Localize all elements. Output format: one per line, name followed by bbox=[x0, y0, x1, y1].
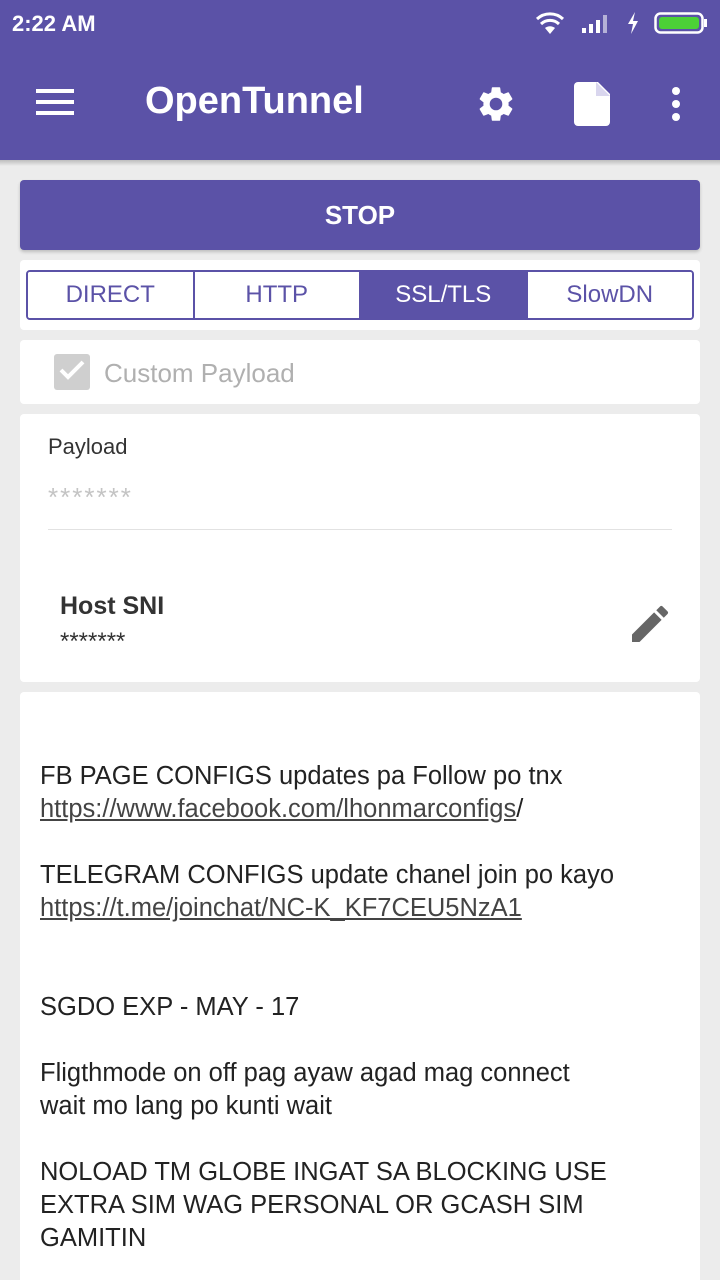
flightmode-line-1: Fligthmode on off pag ayaw agad mag conn… bbox=[40, 1059, 570, 1087]
status-bar: 2:22 AM bbox=[0, 0, 720, 50]
fb-link-suffix: / bbox=[516, 795, 524, 823]
tab-ssl-tls[interactable]: SSL/TLS bbox=[361, 272, 528, 318]
connection-mode-card: DIRECT HTTP SSL/TLS SlowDN bbox=[20, 260, 700, 330]
host-sni-label: Host SNI bbox=[60, 592, 165, 620]
app-bar: 2:22 AM OpenTunnel bbox=[0, 0, 720, 160]
tg-link[interactable]: https://t.me/joinchat/NC-K_KF7CEU5NzA1 bbox=[40, 894, 522, 922]
noload-line-3: GAMITIN bbox=[40, 1224, 147, 1252]
flightmode-line-2: wait mo lang po kunti wait bbox=[40, 1092, 332, 1120]
status-time: 2:22 AM bbox=[12, 11, 96, 36]
more-vert-icon bbox=[670, 86, 682, 127]
server-message-card: FB PAGE CONFIGS updates pa Follow po tnx… bbox=[20, 692, 700, 1280]
stop-button[interactable]: STOP bbox=[20, 180, 700, 250]
status-icons bbox=[534, 10, 708, 40]
flightmode-tip: Fligthmode on off pag ayaw agad mag conn… bbox=[40, 1057, 680, 1123]
noload-line-2: EXTRA SIM WAG PERSONAL OR GCASH SIM bbox=[40, 1191, 584, 1219]
charging-icon bbox=[626, 11, 640, 40]
pencil-icon bbox=[626, 600, 674, 653]
custom-payload-checkbox[interactable] bbox=[54, 354, 90, 390]
ssl-settings-card: Payload ******* Host SNI ******* bbox=[20, 414, 700, 682]
fb-message: FB PAGE CONFIGS updates pa Follow po tnx… bbox=[40, 760, 680, 826]
host-sni-value: ******* bbox=[60, 628, 126, 655]
battery-icon bbox=[654, 11, 708, 40]
payload-field[interactable]: ******* bbox=[48, 482, 672, 530]
tg-text: TELEGRAM CONFIGS update chanel join po k… bbox=[40, 861, 615, 889]
tg-link-line: https://t.me/joinchat/NC-K_KF7CEU5NzA1 bbox=[40, 892, 680, 925]
fb-text: FB PAGE CONFIGS updates pa Follow po tnx bbox=[40, 762, 563, 790]
custom-payload-card: Custom Payload bbox=[20, 340, 700, 404]
toolbar: OpenTunnel bbox=[0, 50, 720, 160]
signal-icon bbox=[580, 11, 612, 40]
sgdo-expiry: SGDO EXP - MAY - 17 bbox=[40, 993, 300, 1021]
wifi-icon bbox=[534, 10, 566, 41]
menu-button[interactable] bbox=[26, 78, 86, 130]
settings-button[interactable] bbox=[468, 78, 524, 134]
app-title: OpenTunnel bbox=[145, 80, 364, 122]
payload-label: Payload bbox=[48, 434, 128, 459]
telegram-message: TELEGRAM CONFIGS update chanel join po k… bbox=[40, 859, 680, 925]
fb-link[interactable]: https://www.facebook.com/lhonmarconfigs bbox=[40, 795, 516, 823]
log-button[interactable] bbox=[564, 78, 620, 134]
check-icon bbox=[59, 359, 85, 386]
tab-http[interactable]: HTTP bbox=[194, 272, 361, 318]
noload-warning: NOLOAD TM GLOBE INGAT SA BLOCKING USE EX… bbox=[40, 1156, 680, 1255]
edit-host-sni-button[interactable] bbox=[620, 596, 680, 656]
menu-icon bbox=[36, 87, 76, 122]
connection-mode-tabs: DIRECT HTTP SSL/TLS SlowDN bbox=[26, 270, 694, 320]
noload-line-1: NOLOAD TM GLOBE INGAT SA BLOCKING USE bbox=[40, 1158, 607, 1186]
settings-gear-icon bbox=[475, 83, 517, 130]
document-icon bbox=[574, 81, 610, 131]
fb-link-line: https://www.facebook.com/lhonmarconfigs/ bbox=[40, 793, 680, 826]
custom-payload-label: Custom Payload bbox=[104, 358, 295, 388]
tab-slowdn[interactable]: SlowDN bbox=[527, 272, 692, 318]
tab-direct[interactable]: DIRECT bbox=[28, 272, 195, 318]
more-options-button[interactable] bbox=[648, 78, 704, 134]
appbar-shadow bbox=[0, 160, 720, 166]
